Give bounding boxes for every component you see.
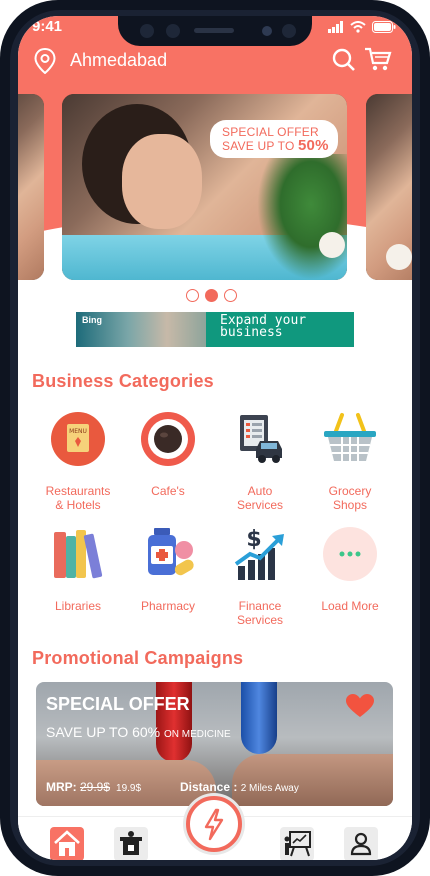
shop-counter-icon: [120, 831, 142, 855]
promo-subline: SAVE UP TO 60% ON MEDICINE: [46, 724, 231, 740]
carousel-slide-next[interactable]: [366, 94, 412, 280]
ad-text-line2: business: [220, 325, 283, 340]
books-icon: [54, 530, 103, 579]
status-icons: [328, 21, 396, 33]
carousel-dot[interactable]: [224, 289, 237, 302]
category-restaurants[interactable]: MENU Restaurants & Hotels: [32, 411, 124, 512]
new-price: 19.9$: [116, 783, 142, 794]
lightning-bolt-icon: [204, 808, 224, 841]
promo-headline: SPECIAL OFFER: [46, 694, 190, 714]
app-screen: 9:41 Ahmedabad SPECIAL OFFER SAVE UP TO …: [18, 16, 412, 860]
favorite-heart-icon[interactable]: [346, 694, 374, 718]
earpiece-speaker: [194, 28, 234, 33]
category-label: Cafe's: [151, 484, 185, 498]
category-auto-services[interactable]: Auto Services: [214, 411, 306, 512]
carousel-dot-active[interactable]: [205, 289, 218, 302]
old-price: 29.9$: [80, 780, 111, 794]
cart-icon[interactable]: [364, 46, 392, 72]
category-finance[interactable]: $ Finance Services: [214, 526, 306, 627]
category-label: Load More: [321, 599, 379, 613]
category-label: Finance Services: [236, 599, 283, 627]
volume-up-button: [0, 210, 2, 266]
promo-photo-blue-capsule: [241, 682, 277, 754]
category-grocery[interactable]: Grocery Shops: [304, 411, 396, 512]
status-time: 9:41: [32, 18, 63, 35]
carousel-dot[interactable]: [186, 289, 199, 302]
promo-card[interactable]: SPECIAL OFFER SAVE UP TO 60% ON MEDICINE…: [36, 682, 393, 806]
sensor-icon: [140, 24, 154, 38]
coffee-cup-icon: [141, 412, 195, 466]
camera-notch: [118, 16, 312, 46]
spa-photo-leaves: [257, 154, 347, 280]
category-label: Restaurants & Hotels: [45, 484, 111, 512]
battery-icon: [372, 21, 396, 33]
spa-photo-face: [122, 134, 202, 229]
presentation-board-icon: [284, 831, 311, 857]
promo-price: MRP: 29.9$ 19.9$: [46, 780, 142, 794]
svg-text:$: $: [246, 527, 261, 552]
carousel-slide-active[interactable]: SPECIAL OFFER SAVE UP TO 50%: [62, 94, 347, 280]
carousel-pagination: [186, 289, 237, 302]
location-pin-icon[interactable]: [34, 48, 56, 74]
flower-decoration: [386, 244, 412, 270]
category-pharmacy[interactable]: Pharmacy: [122, 526, 214, 613]
volume-down-button: [0, 276, 2, 332]
nav-campaigns[interactable]: [280, 827, 314, 860]
promotions-title: Promotional Campaigns: [32, 648, 244, 668]
spa-photo: [18, 94, 44, 280]
quick-action-button[interactable]: [186, 796, 242, 852]
car-service-icon: [240, 415, 282, 463]
offer-subtitle: SAVE UP TO: [222, 139, 299, 153]
ad-image: Bing: [76, 312, 206, 347]
wifi-icon: [350, 21, 366, 33]
basket-icon: [324, 413, 376, 461]
bing-ad-banner[interactable]: Bing Expand your business: [76, 312, 354, 347]
category-label: Pharmacy: [140, 599, 196, 613]
user-icon: [350, 832, 372, 856]
sensor-icon: [282, 24, 296, 38]
category-libraries[interactable]: Libraries: [32, 526, 124, 613]
category-load-more[interactable]: Load More: [304, 526, 396, 613]
front-camera-icon: [262, 26, 272, 36]
nav-profile[interactable]: [344, 827, 378, 860]
category-label: Grocery Shops: [328, 484, 372, 512]
app-header: Ahmedabad: [18, 46, 412, 76]
sensor-icon: [166, 24, 180, 38]
menu-icon: MENU: [51, 412, 105, 466]
category-cafes[interactable]: Cafe's: [122, 411, 214, 498]
phone-frame: 9:41 Ahmedabad SPECIAL OFFER SAVE UP TO …: [0, 0, 430, 876]
nav-store[interactable]: [114, 827, 148, 860]
finance-chart-icon: $: [234, 527, 284, 580]
special-offer-badge: SPECIAL OFFER SAVE UP TO 50%: [210, 120, 338, 158]
category-label: Libraries: [54, 599, 102, 613]
offer-percent: 50%: [298, 137, 329, 154]
medicine-icon: [148, 528, 194, 576]
mute-switch: [0, 160, 2, 190]
categories-title: Business Categories: [32, 371, 214, 391]
search-icon[interactable]: [332, 48, 356, 72]
ad-text: Expand your business: [206, 312, 354, 347]
home-icon: [54, 830, 80, 856]
carousel-slide-prev[interactable]: [18, 94, 44, 280]
category-label: Auto Services: [236, 484, 283, 512]
flower-decoration: [319, 232, 345, 258]
more-dots-icon: [323, 527, 377, 581]
promo-distance: Distance : 2 Miles Away: [180, 780, 299, 794]
svg-text:MENU: MENU: [69, 428, 87, 435]
nav-home[interactable]: [50, 827, 84, 860]
bing-logo: Bing: [82, 315, 102, 325]
signal-icon: [328, 21, 343, 33]
location-name[interactable]: Ahmedabad: [70, 50, 167, 71]
